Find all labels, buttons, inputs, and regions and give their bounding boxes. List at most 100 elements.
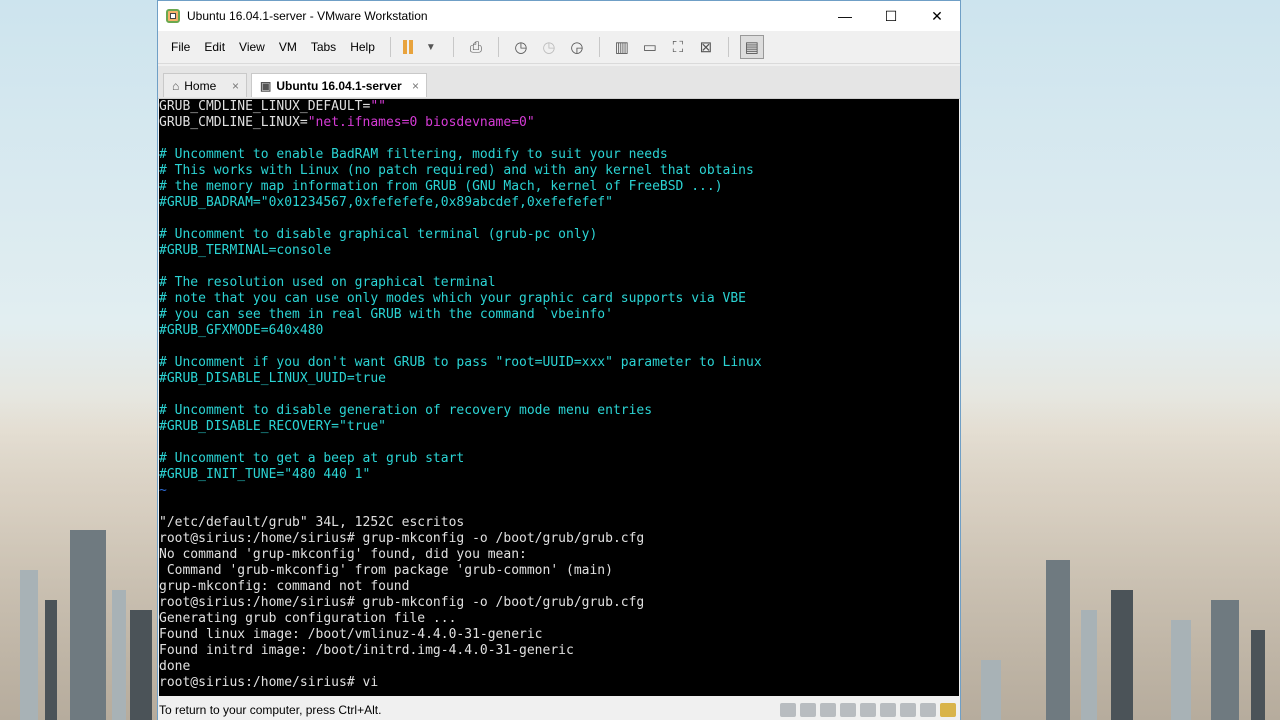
maximize-button[interactable]: ☐ <box>868 1 914 31</box>
console-text: # Uncomment if you don't want GRUB to pa… <box>159 355 762 370</box>
console-line: # you can see them in real GRUB with the… <box>159 307 613 323</box>
sound-card-icon[interactable] <box>880 703 896 717</box>
console-line: root@sirius:/home/sirius# grup-mkconfig … <box>159 531 644 547</box>
console-line: # Uncomment to disable generation of rec… <box>159 403 652 419</box>
console-text: GRUB_CMDLINE_LINUX_DEFAULT= <box>159 99 371 114</box>
desktop-background-left <box>0 0 158 720</box>
console-text: root@sirius:/home/sirius# grub-mkconfig … <box>159 595 645 610</box>
toolbar-separator <box>389 37 391 57</box>
menu-toolbar: File Edit View VM Tabs Help ▼ ⎙ ◷ ◷ ◶ ▥ … <box>158 31 960 64</box>
console-text: # Uncomment to disable graphical termina… <box>159 227 598 242</box>
console-line: # Uncomment to enable BadRAM filtering, … <box>159 147 668 163</box>
console-text: #GRUB_TERMINAL=console <box>159 243 332 258</box>
send-ctrl-alt-del-icon[interactable]: ⎙ <box>465 36 487 58</box>
tab-home[interactable]: ⌂ Home × <box>163 73 247 97</box>
menu-help[interactable]: Help <box>343 40 382 54</box>
minimize-button[interactable]: — <box>822 1 868 31</box>
console-text: #GRUB_GFXMODE=640x480 <box>159 323 324 338</box>
vm-console[interactable]: GRUB_CMDLINE_LINUX_DEFAULT="" GRUB_CMDLIN… <box>159 99 959 696</box>
menu-file[interactable]: File <box>164 40 197 54</box>
tab-ubuntu-label: Ubuntu 16.04.1-server <box>276 78 402 93</box>
console-line: # Uncomment to get a beep at grub start <box>159 451 464 467</box>
console-text: # The resolution used on graphical termi… <box>159 275 496 290</box>
console-text: GRUB_CMDLINE_LINUX= <box>159 115 308 130</box>
display-icon[interactable] <box>900 703 916 717</box>
console-text: #GRUB_DISABLE_LINUX_UUID=true <box>159 371 386 386</box>
console-view-icon[interactable]: ▭ <box>639 36 661 58</box>
vmware-window: Ubuntu 16.04.1-server - VMware Workstati… <box>157 0 961 720</box>
console-line: grup-mkconfig: command not found <box>159 579 409 595</box>
console-text: root@sirius:/home/sirius# grup-mkconfig … <box>159 531 645 546</box>
status-message: To return to your computer, press Ctrl+A… <box>159 703 382 717</box>
console-line: #GRUB_GFXMODE=640x480 <box>159 323 323 339</box>
console-text: "" <box>370 99 386 114</box>
printer-icon[interactable] <box>860 703 876 717</box>
toolbar-separator <box>452 37 454 57</box>
console-text: # you can see them in real GRUB with the… <box>159 307 613 322</box>
toolbar-separator <box>497 37 499 57</box>
title-bar[interactable]: Ubuntu 16.04.1-server - VMware Workstati… <box>158 1 960 31</box>
snapshot-icon[interactable]: ◷ <box>510 36 532 58</box>
console-text: "/etc/default/grub" 34L, 1252C escritos <box>159 515 465 530</box>
desktop-background-right <box>961 0 1280 720</box>
network-adapter-icon[interactable] <box>820 703 836 717</box>
menu-view[interactable]: View <box>232 40 272 54</box>
console-line: No command 'grup-mkconfig' found, did yo… <box>159 547 527 563</box>
console-line: #GRUB_DISABLE_RECOVERY="true" <box>159 419 386 435</box>
tab-ubuntu-close-icon[interactable]: × <box>412 79 419 93</box>
full-screen-icon[interactable]: ⛶ <box>667 36 689 58</box>
console-text: grup-mkconfig: command not found <box>159 579 410 594</box>
console-line: root@sirius:/home/sirius# grub-mkconfig … <box>159 595 644 611</box>
console-line: done <box>159 659 190 675</box>
power-dropdown-chevron-icon[interactable]: ▼ <box>420 36 442 58</box>
console-text: ~ <box>159 483 167 498</box>
console-text: #GRUB_INIT_TUNE="480 440 1" <box>159 467 371 482</box>
hard-disk-icon[interactable] <box>780 703 796 717</box>
tab-home-close-icon[interactable]: × <box>232 79 239 93</box>
menu-vm[interactable]: VM <box>272 40 304 54</box>
close-button[interactable]: ✕ <box>914 1 960 31</box>
console-text: Found linux image: /boot/vmlinuz-4.4.0-3… <box>159 627 543 642</box>
console-text: # This works with Linux (no patch requir… <box>159 163 754 178</box>
console-text: Found initrd image: /boot/initrd.img-4.4… <box>159 643 574 658</box>
console-line: #GRUB_BADRAM="0x01234567,0xfefefefe,0x89… <box>159 195 613 211</box>
toolbar-separator <box>598 37 600 57</box>
console-text: done <box>159 659 191 674</box>
stretch-guest-icon[interactable]: ▤ <box>739 35 764 59</box>
console-line: Generating grub configuration file ... <box>159 611 456 627</box>
console-line: # The resolution used on graphical termi… <box>159 275 496 291</box>
vmware-app-icon <box>166 9 180 23</box>
console-text: root@sirius:/home/sirius# vi <box>159 675 379 690</box>
console-text: # Uncomment to get a beep at grub start <box>159 451 465 466</box>
message-log-icon[interactable] <box>940 703 956 717</box>
cd-dvd-icon[interactable] <box>800 703 816 717</box>
console-line: ~ <box>159 483 167 499</box>
console-line: Found linux image: /boot/vmlinuz-4.4.0-3… <box>159 627 543 643</box>
console-line: Found initrd image: /boot/initrd.img-4.4… <box>159 643 574 659</box>
vm-icon: ▣ <box>260 78 272 93</box>
menu-edit[interactable]: Edit <box>197 40 232 54</box>
library-sidebar-icon[interactable]: ▥ <box>611 36 633 58</box>
console-text: # the memory map information from GRUB (… <box>159 179 723 194</box>
revert-snapshot-icon[interactable]: ◷ <box>538 36 560 58</box>
unity-icon[interactable]: ⊠ <box>695 36 717 58</box>
console-text: # Uncomment to disable generation of rec… <box>159 403 653 418</box>
console-text: Generating grub configuration file ... <box>159 611 457 626</box>
toolbar-separator <box>727 37 729 57</box>
console-text: Command 'grub-mkconfig' from package 'gr… <box>159 563 613 578</box>
suspend-pause-icon[interactable] <box>402 36 414 58</box>
menu-tabs[interactable]: Tabs <box>304 40 343 54</box>
snapshot-manager-icon[interactable]: ◶ <box>566 36 588 58</box>
console-line: # note that you can use only modes which… <box>159 291 746 307</box>
usb-icon[interactable] <box>840 703 856 717</box>
tab-ubuntu-server[interactable]: ▣ Ubuntu 16.04.1-server × <box>251 73 427 97</box>
console-line: #GRUB_DISABLE_LINUX_UUID=true <box>159 371 386 387</box>
console-line: # Uncomment to disable graphical termina… <box>159 227 597 243</box>
console-text: "net.ifnames=0 biosdevname=0" <box>307 115 535 130</box>
console-line: Command 'grub-mkconfig' from package 'gr… <box>159 563 613 579</box>
console-line: # the memory map information from GRUB (… <box>159 179 723 195</box>
console-line: #GRUB_INIT_TUNE="480 440 1" <box>159 467 370 483</box>
home-icon: ⌂ <box>172 78 180 93</box>
floppy-icon[interactable] <box>920 703 936 717</box>
console-text: # Uncomment to enable BadRAM filtering, … <box>159 147 668 162</box>
